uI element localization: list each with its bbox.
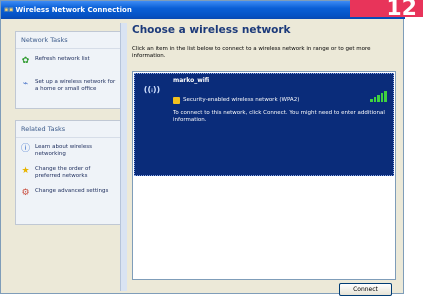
task-advanced-settings[interactable]: ⚙ Change advanced settings xyxy=(16,186,120,201)
task-label: Refresh network list xyxy=(35,56,90,62)
task-pane: Network Tasks ✿ Refresh network list ⌁ S… xyxy=(5,23,121,291)
refresh-icon: ✿ xyxy=(21,56,30,66)
connect-message: To connect to this network, click Connec… xyxy=(173,110,385,123)
title-bar[interactable]: ▣▣ Wireless Network Connection xyxy=(1,1,405,19)
corner-badge: 12 xyxy=(350,0,423,17)
signal-strength-icon xyxy=(370,91,387,102)
network-list-item[interactable]: ((ᵢ)) marko_wifi Security-enabled wirele… xyxy=(134,73,394,176)
lock-icon xyxy=(173,97,180,104)
related-tasks-title: Related Tasks xyxy=(16,121,120,138)
instructions-text: Click an item in the list below to conne… xyxy=(132,46,371,59)
task-refresh-network-list[interactable]: ✿ Refresh network list xyxy=(16,54,120,69)
network-list[interactable]: ((ᵢ)) marko_wifi Security-enabled wirele… xyxy=(132,71,396,280)
security-status: Security-enabled wireless network (WPA2) xyxy=(183,97,300,103)
settings-icon: ⚙ xyxy=(21,188,30,198)
connect-button[interactable]: Connect xyxy=(339,283,392,296)
setup-network-icon: ⌁ xyxy=(22,79,29,89)
task-label: Change advanced settings xyxy=(35,188,109,194)
star-icon: ★ xyxy=(21,166,30,176)
wireless-antenna-icon: ((ᵢ)) xyxy=(143,85,161,94)
window-title: Wireless Network Connection xyxy=(15,6,132,14)
main-panel: Choose a wireless network Click an item … xyxy=(132,23,396,291)
task-label: Change the order of preferred networks xyxy=(35,166,91,179)
network-icon: ▣▣ xyxy=(4,7,14,13)
task-setup-wireless-network[interactable]: ⌁ Set up a wireless network for a home o… xyxy=(16,77,120,95)
network-tasks-box: Network Tasks ✿ Refresh network list ⌁ S… xyxy=(15,31,121,109)
network-tasks-title: Network Tasks xyxy=(16,32,120,49)
wireless-network-window: ▣▣ Wireless Network Connection Network Ta… xyxy=(0,0,405,296)
task-learn-wireless[interactable]: ⓘ Learn about wireless networking xyxy=(16,142,120,160)
page-title: Choose a wireless network xyxy=(132,24,291,36)
task-label: Set up a wireless network for a home or … xyxy=(35,79,116,92)
network-name: marko_wifi xyxy=(173,77,210,84)
info-icon: ⓘ xyxy=(20,144,30,154)
task-label: Learn about wireless networking xyxy=(35,144,92,157)
task-change-order[interactable]: ★ Change the order of preferred networks xyxy=(16,164,120,182)
pane-divider xyxy=(120,23,127,291)
related-tasks-box: Related Tasks ⓘ Learn about wireless net… xyxy=(15,120,121,225)
